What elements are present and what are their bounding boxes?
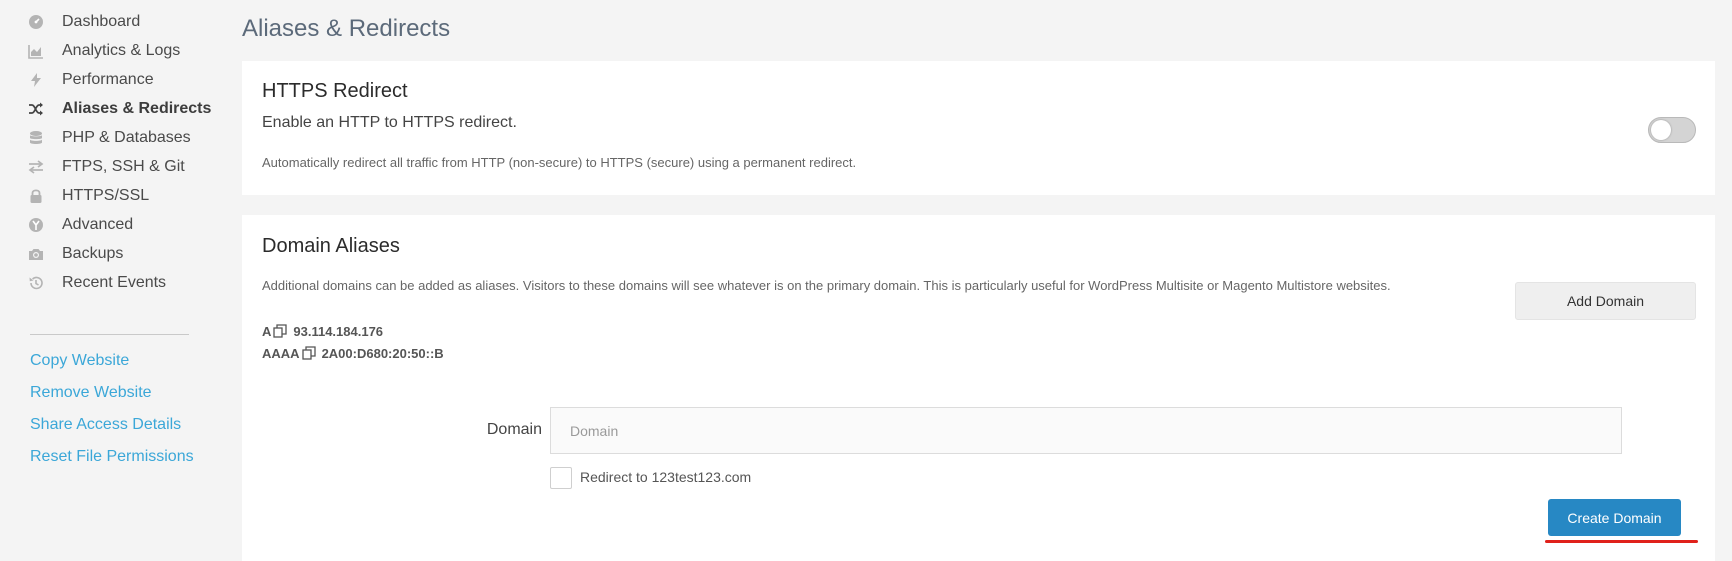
copy-icon[interactable] (273, 324, 288, 338)
domain-aliases-card: Domain Aliases Additional domains can be… (242, 215, 1715, 561)
sidebar-item-label: FTPS, SSH & Git (62, 158, 185, 175)
sidebar-item-label: Advanced (62, 216, 134, 233)
lock-icon (28, 188, 44, 204)
https-redirect-toggle[interactable] (1648, 117, 1696, 143)
sidebar-item-performance[interactable]: Performance (28, 69, 154, 91)
sidebar-item-label: Performance (62, 71, 154, 88)
sidebar-item-label: Aliases & Redirects (62, 100, 212, 117)
dns-record-a: A 93.114.184.176 (262, 322, 383, 340)
sidebar-item-label: Backups (62, 245, 124, 262)
sidebar-item-label: HTTPS/SSL (62, 187, 150, 204)
sidebar-item-recent-events[interactable]: Recent Events (28, 272, 166, 294)
sidebar-item-backups[interactable]: Backups (28, 243, 123, 265)
sidebar-item-dashboard[interactable]: Dashboard (28, 11, 140, 33)
database-icon (28, 130, 44, 146)
domain-aliases-title: Domain Aliases (262, 235, 400, 257)
remove-website-link[interactable]: Remove Website (30, 382, 152, 404)
create-domain-button[interactable]: Create Domain (1548, 499, 1681, 536)
sidebar-item-label: Analytics & Logs (62, 42, 181, 59)
https-redirect-description: Automatically redirect all traffic from … (262, 155, 857, 170)
https-redirect-subtitle: Enable an HTTP to HTTPS redirect. (262, 114, 517, 131)
sidebar-item-advanced[interactable]: Advanced (28, 214, 133, 236)
sidebar: Dashboard Analytics & Logs Performance A… (0, 0, 230, 561)
add-domain-button[interactable]: Add Domain (1515, 282, 1696, 320)
sidebar-item-aliases-redirects[interactable]: Aliases & Redirects (28, 98, 211, 120)
sidebar-item-php-databases[interactable]: PHP & Databases (28, 127, 191, 149)
exchange-icon (28, 159, 44, 175)
dns-record-type: AAAA (262, 345, 300, 361)
domain-aliases-description: Additional domains can be added as alias… (262, 278, 1391, 293)
sidebar-item-label: PHP & Databases (62, 129, 191, 146)
dns-record-value: 93.114.184.176 (293, 323, 384, 339)
history-icon (28, 275, 44, 291)
shuffle-icon (28, 101, 44, 117)
domain-input[interactable] (550, 407, 1622, 454)
sidebar-divider (30, 334, 189, 335)
annotation-underline (1545, 540, 1698, 543)
dns-record-value: 2A00:D680:20:50::B (321, 345, 444, 361)
sidebar-item-analytics[interactable]: Analytics & Logs (28, 40, 180, 62)
https-redirect-title: HTTPS Redirect (262, 80, 408, 102)
domain-label: Domain (486, 421, 542, 438)
dns-record-type: A (262, 323, 272, 339)
copy-website-link[interactable]: Copy Website (30, 350, 129, 372)
tools-icon (28, 217, 44, 233)
toggle-knob (1651, 120, 1671, 140)
page-title: Aliases & Redirects (242, 15, 451, 42)
bolt-icon (28, 72, 44, 88)
sidebar-item-https-ssl[interactable]: HTTPS/SSL (28, 185, 149, 207)
sidebar-item-label: Recent Events (62, 274, 167, 291)
sidebar-item-ftps-ssh-git[interactable]: FTPS, SSH & Git (28, 156, 185, 178)
dashboard-icon (28, 14, 44, 30)
redirect-checkbox[interactable] (550, 467, 572, 489)
redirect-checkbox-label[interactable]: Redirect to 123test123.com (580, 469, 751, 485)
https-redirect-card: HTTPS Redirect Enable an HTTP to HTTPS r… (242, 61, 1715, 195)
reset-file-permissions-link[interactable]: Reset File Permissions (30, 446, 194, 468)
share-access-details-link[interactable]: Share Access Details (30, 414, 181, 436)
dns-record-aaaa: AAAA 2A00:D680:20:50::B (262, 344, 444, 362)
chart-icon (28, 43, 44, 59)
sidebar-item-label: Dashboard (62, 13, 141, 30)
copy-icon[interactable] (301, 346, 316, 360)
camera-icon (28, 246, 44, 262)
